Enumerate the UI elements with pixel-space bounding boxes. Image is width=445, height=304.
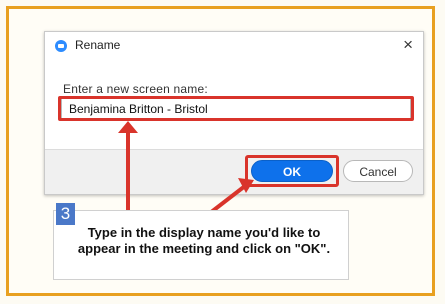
instruction-text: Type in the display name you'd like to a… — [77, 225, 331, 256]
step-number-badge: 3 — [56, 203, 75, 225]
arrow-to-input-head — [118, 121, 138, 133]
instruction-callout: Type in the display name you'd like to a… — [53, 210, 349, 280]
arrow-to-ok — [208, 184, 247, 215]
